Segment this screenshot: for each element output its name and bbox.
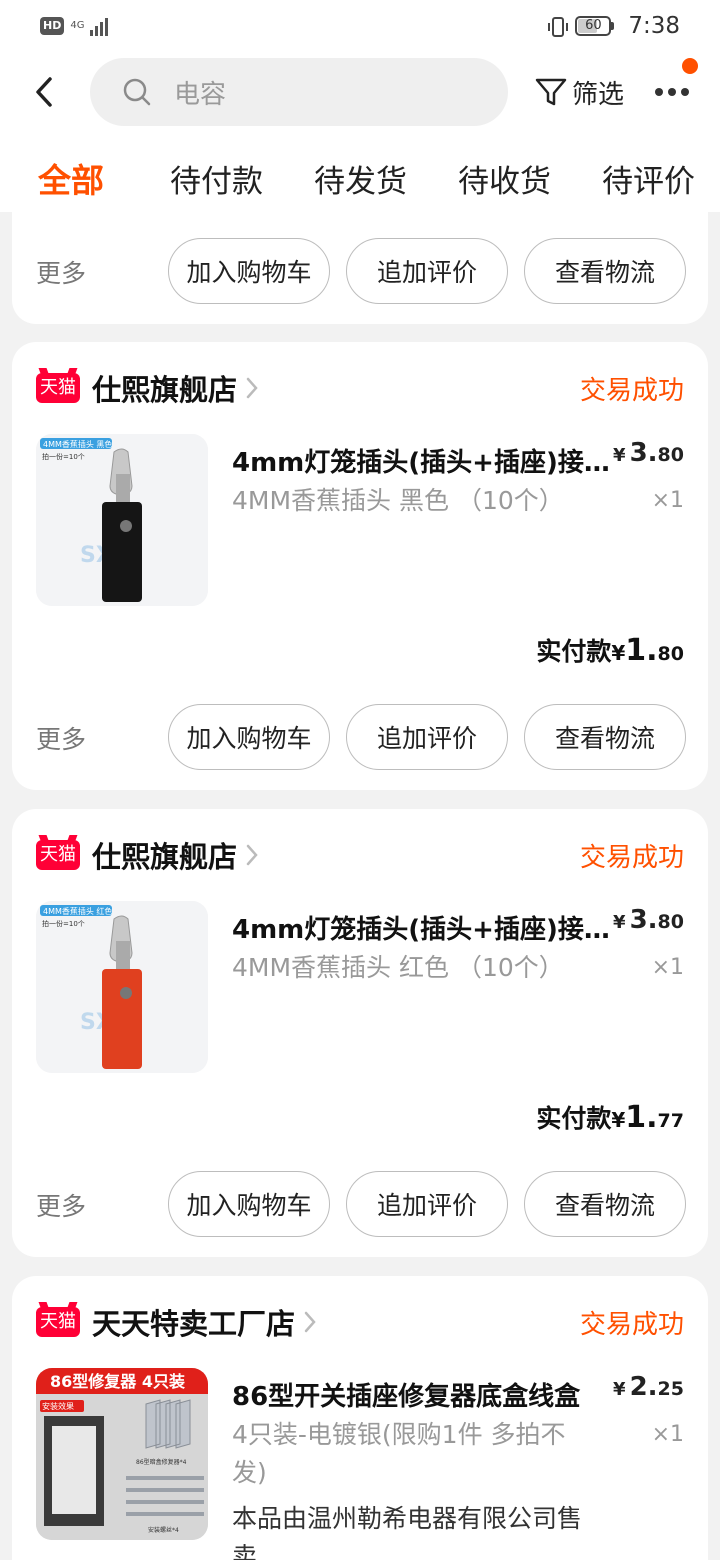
quantity: ×1: [651, 488, 684, 513]
search-icon: [123, 78, 151, 106]
order-tabs: 全部 待付款 待发货 待收货 待评价: [0, 132, 720, 212]
order-card: 天猫 天天特卖工厂店 交易成功 86型修复器 4只装 安装效果 86型暗盒修复器…: [12, 1276, 708, 1560]
order-status: 交易成功: [579, 1309, 684, 1340]
clock: 7:38: [628, 13, 680, 39]
store-row[interactable]: 天猫 天天特卖工厂店 交易成功: [36, 1301, 684, 1343]
notification-dot: [682, 58, 699, 74]
more-dot-icon: [668, 88, 677, 96]
more-dot-icon: [681, 88, 690, 96]
more-menu-button[interactable]: [652, 58, 699, 112]
svg-text:安装效果: 安装效果: [42, 1401, 74, 1411]
tab-all[interactable]: 全部: [38, 154, 104, 202]
view-logistics-button[interactable]: 查看物流: [524, 238, 686, 304]
store-row[interactable]: 天猫 仕熙旗舰店 交易成功: [36, 367, 684, 409]
add-review-button[interactable]: 追加评价: [346, 704, 508, 770]
product-spec: 4MM香蕉插头 红色 （10个）: [232, 953, 564, 982]
order-card-partial: 更多 加入购物车 追加评价 查看物流: [12, 212, 708, 324]
store-row[interactable]: 天猫 仕熙旗舰店 交易成功: [36, 834, 684, 876]
svg-text:拍一份=10个: 拍一份=10个: [42, 452, 85, 461]
add-review-button[interactable]: 追加评价: [346, 238, 508, 304]
network-type: 4G: [70, 20, 85, 31]
signal-icon: [90, 16, 109, 36]
action-row: 更多 加入购物车 追加评价 查看物流: [12, 238, 708, 304]
status-left: HD 4G: [40, 16, 109, 36]
add-to-cart-button[interactable]: 加入购物车: [168, 1171, 330, 1237]
chevron-left-icon: [36, 77, 52, 107]
tab-pending-payment[interactable]: 待付款: [170, 156, 263, 201]
action-row: 更多 加入购物车 追加评价 查看物流: [12, 1171, 708, 1237]
filter-button[interactable]: 筛选: [534, 74, 624, 111]
search-input[interactable]: 电容: [90, 58, 508, 126]
more-link[interactable]: 更多: [36, 254, 86, 290]
filter-label: 筛选: [572, 79, 625, 110]
search-placeholder: 电容: [174, 79, 227, 110]
vibrate-icon: [547, 16, 569, 37]
product-title[interactable]: 4mm灯笼插头(插头+插座)接线柱: [232, 909, 612, 946]
tab-pending-shipment[interactable]: 待发货: [314, 156, 407, 201]
hd-badge: HD: [40, 17, 65, 35]
status-bar: HD 4G 60 7:38: [0, 0, 720, 52]
view-logistics-button[interactable]: 查看物流: [524, 704, 686, 770]
add-to-cart-button[interactable]: 加入购物车: [168, 238, 330, 304]
back-button[interactable]: [4, 52, 84, 132]
unit-price: ¥3.80: [613, 438, 684, 468]
more-link[interactable]: 更多: [36, 1187, 86, 1223]
filter-icon: [535, 78, 567, 106]
product-title[interactable]: 86型开关插座修复器底盒线盒: [232, 1376, 594, 1413]
socket-repair-image: 86型修复器 4只装 安装效果 86型暗盒修复器*4 安装螺丝*4: [36, 1368, 208, 1540]
banana-plug-black-image: 4MM香蕉插头 黑色 拍一份=10个 SX: [36, 434, 208, 606]
store-name[interactable]: 仕熙旗舰店: [92, 834, 237, 876]
action-row: 更多 加入购物车 追加评价 查看物流: [12, 704, 708, 770]
order-status: 交易成功: [579, 842, 684, 873]
more-dot-icon: [655, 88, 664, 96]
header: 电容 筛选: [0, 52, 720, 132]
product-title[interactable]: 4mm灯笼插头(插头+插座)接线柱: [232, 442, 612, 479]
status-right: 60 7:38: [547, 13, 680, 39]
svg-text:86型暗盒修复器*4: 86型暗盒修复器*4: [136, 1458, 187, 1466]
seller-note: 本品由温州勒希电器有限公司售卖: [232, 1504, 583, 1560]
order-card: 天猫 仕熙旗舰店 交易成功 4MM香蕉插头 红色 拍一份=10个 SX 4mm灯…: [12, 809, 708, 1257]
paid-amount: 实付款¥1.80: [536, 633, 684, 668]
tmall-logo: 天猫: [36, 1307, 80, 1337]
quantity: ×1: [651, 1422, 684, 1447]
order-status: 交易成功: [579, 375, 684, 406]
view-logistics-button[interactable]: 查看物流: [524, 1171, 686, 1237]
unit-price: ¥2.25: [613, 1372, 684, 1402]
store-name[interactable]: 天天特卖工厂店: [92, 1301, 295, 1343]
product-spec: 4只装-电镀银(限购1件 多拍不发): [232, 1420, 566, 1487]
more-link[interactable]: 更多: [36, 720, 86, 756]
product-spec: 4MM香蕉插头 黑色 （10个）: [232, 486, 564, 515]
tmall-logo: 天猫: [36, 840, 80, 870]
paid-amount: 实付款¥1.77: [536, 1100, 684, 1135]
chevron-right-icon: [304, 1311, 316, 1333]
tmall-logo: 天猫: [36, 373, 80, 403]
order-card: 天猫 仕熙旗舰店 交易成功 4MM香蕉插头 黑色 拍一份=10个 SX 4mm灯…: [12, 342, 708, 790]
banana-plug-red-image: 4MM香蕉插头 红色 拍一份=10个 SX: [36, 901, 208, 1073]
product-image[interactable]: 4MM香蕉插头 黑色 拍一份=10个 SX: [36, 434, 208, 606]
svg-text:安装螺丝*4: 安装螺丝*4: [148, 1526, 179, 1534]
svg-text:拍一份=10个: 拍一份=10个: [42, 919, 85, 928]
product-image[interactable]: 4MM香蕉插头 红色 拍一份=10个 SX: [36, 901, 208, 1073]
quantity: ×1: [651, 955, 684, 980]
tab-pending-receipt[interactable]: 待收货: [458, 156, 551, 201]
svg-text:4MM香蕉插头 黑色: 4MM香蕉插头 黑色: [43, 439, 112, 449]
svg-text:4MM香蕉插头 红色: 4MM香蕉插头 红色: [43, 906, 112, 916]
add-to-cart-button[interactable]: 加入购物车: [168, 704, 330, 770]
svg-text:86型修复器 4只装: 86型修复器 4只装: [50, 1372, 185, 1391]
store-name[interactable]: 仕熙旗舰店: [92, 367, 237, 409]
product-image[interactable]: 86型修复器 4只装 安装效果 86型暗盒修复器*4 安装螺丝*4: [36, 1368, 208, 1540]
chevron-right-icon: [246, 377, 258, 399]
chevron-right-icon: [246, 844, 258, 866]
unit-price: ¥3.80: [613, 905, 684, 935]
add-review-button[interactable]: 追加评价: [346, 1171, 508, 1237]
tab-pending-review[interactable]: 待评价: [602, 156, 695, 201]
battery-icon: 60: [575, 16, 615, 36]
